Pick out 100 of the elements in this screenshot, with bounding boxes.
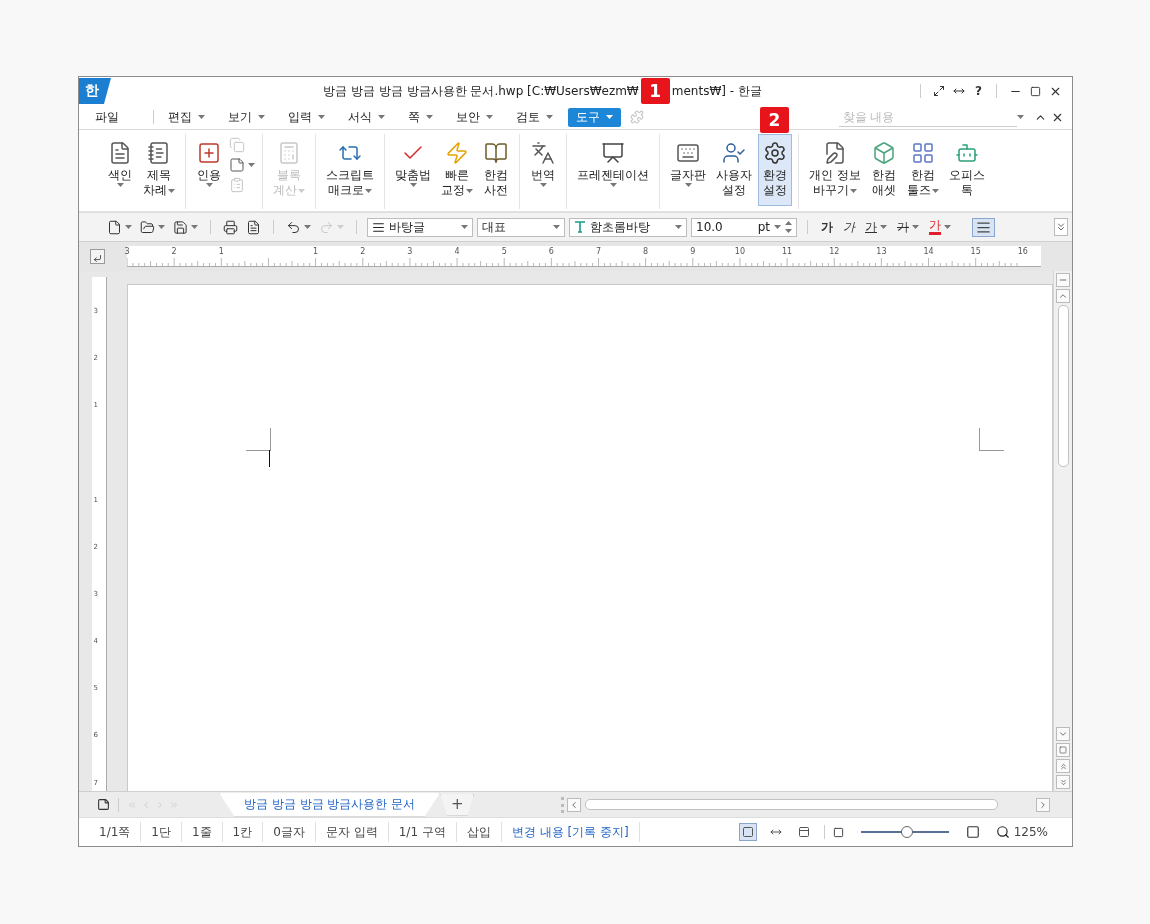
status-text: 0글자 — [263, 822, 316, 842]
help-button[interactable]: ? — [971, 82, 986, 100]
caret-icon — [553, 225, 560, 229]
add-tab-button[interactable]: + — [440, 793, 475, 816]
ribbon-button[interactable]: 글자판 — [666, 134, 710, 206]
ribbon-button[interactable]: 번역 — [526, 134, 560, 206]
scrollbar-thumb[interactable] — [585, 799, 998, 810]
ruler-number: 7 — [595, 247, 602, 256]
char-format-button[interactable]: 가 — [926, 219, 954, 235]
lightning-icon — [445, 141, 469, 165]
status-text: 문자 입력 — [315, 822, 389, 842]
menu-tab[interactable]: 쪽 — [400, 107, 441, 127]
caret-icon — [461, 225, 468, 229]
robot-icon — [954, 141, 979, 165]
ribbon-button[interactable]: 사용자 설정 — [712, 134, 756, 206]
ribbon-button[interactable]: 맞춤법 — [391, 134, 435, 206]
char-format-button[interactable]: 가 — [894, 220, 922, 234]
ruler-number: 3 — [407, 247, 413, 256]
scrollbar-thumb[interactable] — [1057, 305, 1069, 467]
ribbon-button[interactable]: 한컴 사전 — [479, 134, 513, 206]
ruler-number: 4 — [454, 247, 460, 256]
grid-icon — [910, 141, 935, 165]
ribbon-button[interactable]: 빠른 교정 — [437, 134, 477, 206]
char-format-button[interactable]: 가 — [840, 220, 858, 234]
ruler-number: 15 — [970, 247, 981, 256]
ruler-number: 10 — [734, 247, 746, 256]
slider-thumb[interactable] — [901, 826, 914, 838]
menu-tab[interactable]: 편집 — [160, 107, 213, 127]
toolbar-button[interactable] — [138, 218, 167, 236]
tab-stop-button[interactable] — [90, 249, 105, 264]
char-format-button[interactable]: 가 — [818, 220, 836, 234]
caret-icon — [191, 225, 198, 229]
search-field[interactable]: 찾을 내용 — [839, 107, 1017, 127]
ruler-number: 12 — [829, 247, 840, 256]
font-dropdown[interactable]: 함초롬바탕 — [569, 217, 687, 237]
caret-icon — [774, 225, 781, 229]
ribbon-button[interactable]: 인용 — [192, 134, 226, 206]
toolbar-button[interactable] — [171, 218, 200, 236]
ruler-number: 1 — [313, 247, 319, 256]
menu-tab[interactable]: 검토 — [508, 107, 561, 127]
caret-icon — [337, 225, 344, 229]
ruler-number: 13 — [876, 247, 887, 256]
translate-icon — [531, 141, 555, 165]
more-icon[interactable] — [1054, 218, 1068, 236]
ruler-number: 9 — [690, 247, 696, 256]
print-icon — [223, 219, 238, 235]
page-icon[interactable] — [95, 796, 112, 813]
style-dropdown[interactable]: 바탕글 — [367, 217, 473, 237]
ruler-number: 2 — [360, 247, 366, 256]
ribbon-button[interactable]: 한컴 툴즈 — [902, 134, 943, 206]
step-callout: 2 — [760, 107, 789, 133]
ruler-number: 14 — [923, 247, 934, 256]
folder-icon — [140, 219, 155, 235]
keyboard-icon — [676, 141, 700, 165]
ribbon-button[interactable]: 제목 차례 — [139, 134, 179, 206]
save-icon — [173, 219, 188, 235]
ruler-number: 11 — [782, 247, 793, 256]
caret-icon — [675, 225, 682, 229]
ruler-number: 8 — [643, 247, 649, 256]
search-icon — [995, 825, 1010, 839]
status-text: 1/1쪽 — [91, 822, 142, 842]
window-title: 방금 방금 방금 방금사용한 문서.hwp [C:₩Users₩ezm₩ — [323, 82, 639, 100]
page-view-icon — [741, 826, 754, 838]
window-title: ments₩] - 한글 — [671, 82, 762, 100]
status-text: 1줄 — [181, 822, 223, 842]
ribbon-button[interactable]: 스크립트 매크로 — [322, 134, 378, 206]
font-type-icon — [574, 221, 586, 233]
clipboard-icon — [229, 177, 245, 193]
track-changes-link[interactable]: 변경 내용 [기록 중지] — [501, 822, 640, 842]
margin-corner-mark — [246, 428, 271, 451]
char-format-button[interactable]: 가 — [862, 220, 890, 234]
caret-icon — [1017, 115, 1024, 119]
menu-tab[interactable]: 보안 — [448, 107, 501, 127]
view-mode-button[interactable] — [738, 823, 757, 841]
caret-icon — [304, 225, 311, 229]
menu-tab[interactable]: 파일 — [87, 107, 147, 127]
menu-tab[interactable]: 도구 — [568, 107, 621, 127]
ribbon-button[interactable]: 색인 — [103, 134, 137, 206]
toolbar-button[interactable] — [221, 218, 240, 236]
menu-tab[interactable]: 입력 — [280, 107, 333, 127]
menu-tab[interactable]: 보기 — [220, 107, 273, 127]
step-callout: 1 — [640, 78, 670, 104]
justify-button[interactable] — [972, 217, 995, 237]
status-text: 1/1 구역 — [388, 822, 457, 842]
outline-dropdown[interactable]: 대표 — [477, 217, 565, 237]
plus-square-icon — [197, 141, 221, 165]
tab-stop-icon — [93, 254, 102, 263]
margin-corner-mark — [979, 428, 1004, 451]
ribbon-button[interactable]: 프레젠테이션 — [573, 134, 653, 206]
menu-tab[interactable]: 서식 — [340, 107, 393, 127]
font-size-field[interactable]: 10.0 pt — [691, 217, 797, 237]
ribbon-button[interactable]: 개인 정보 바꾸기 — [805, 134, 865, 206]
ribbon-button[interactable]: 한컴 애셋 — [866, 134, 901, 206]
preview-icon — [246, 219, 261, 235]
ribbon-button[interactable]: 오피스 톡 — [944, 134, 989, 206]
text-cursor — [269, 450, 270, 467]
document-tab[interactable]: 방금 방금 방금 방금사용한 문서 — [219, 792, 441, 817]
document-list-icon — [108, 141, 132, 165]
presentation-icon — [601, 141, 625, 165]
small-tool-button[interactable] — [228, 156, 256, 174]
